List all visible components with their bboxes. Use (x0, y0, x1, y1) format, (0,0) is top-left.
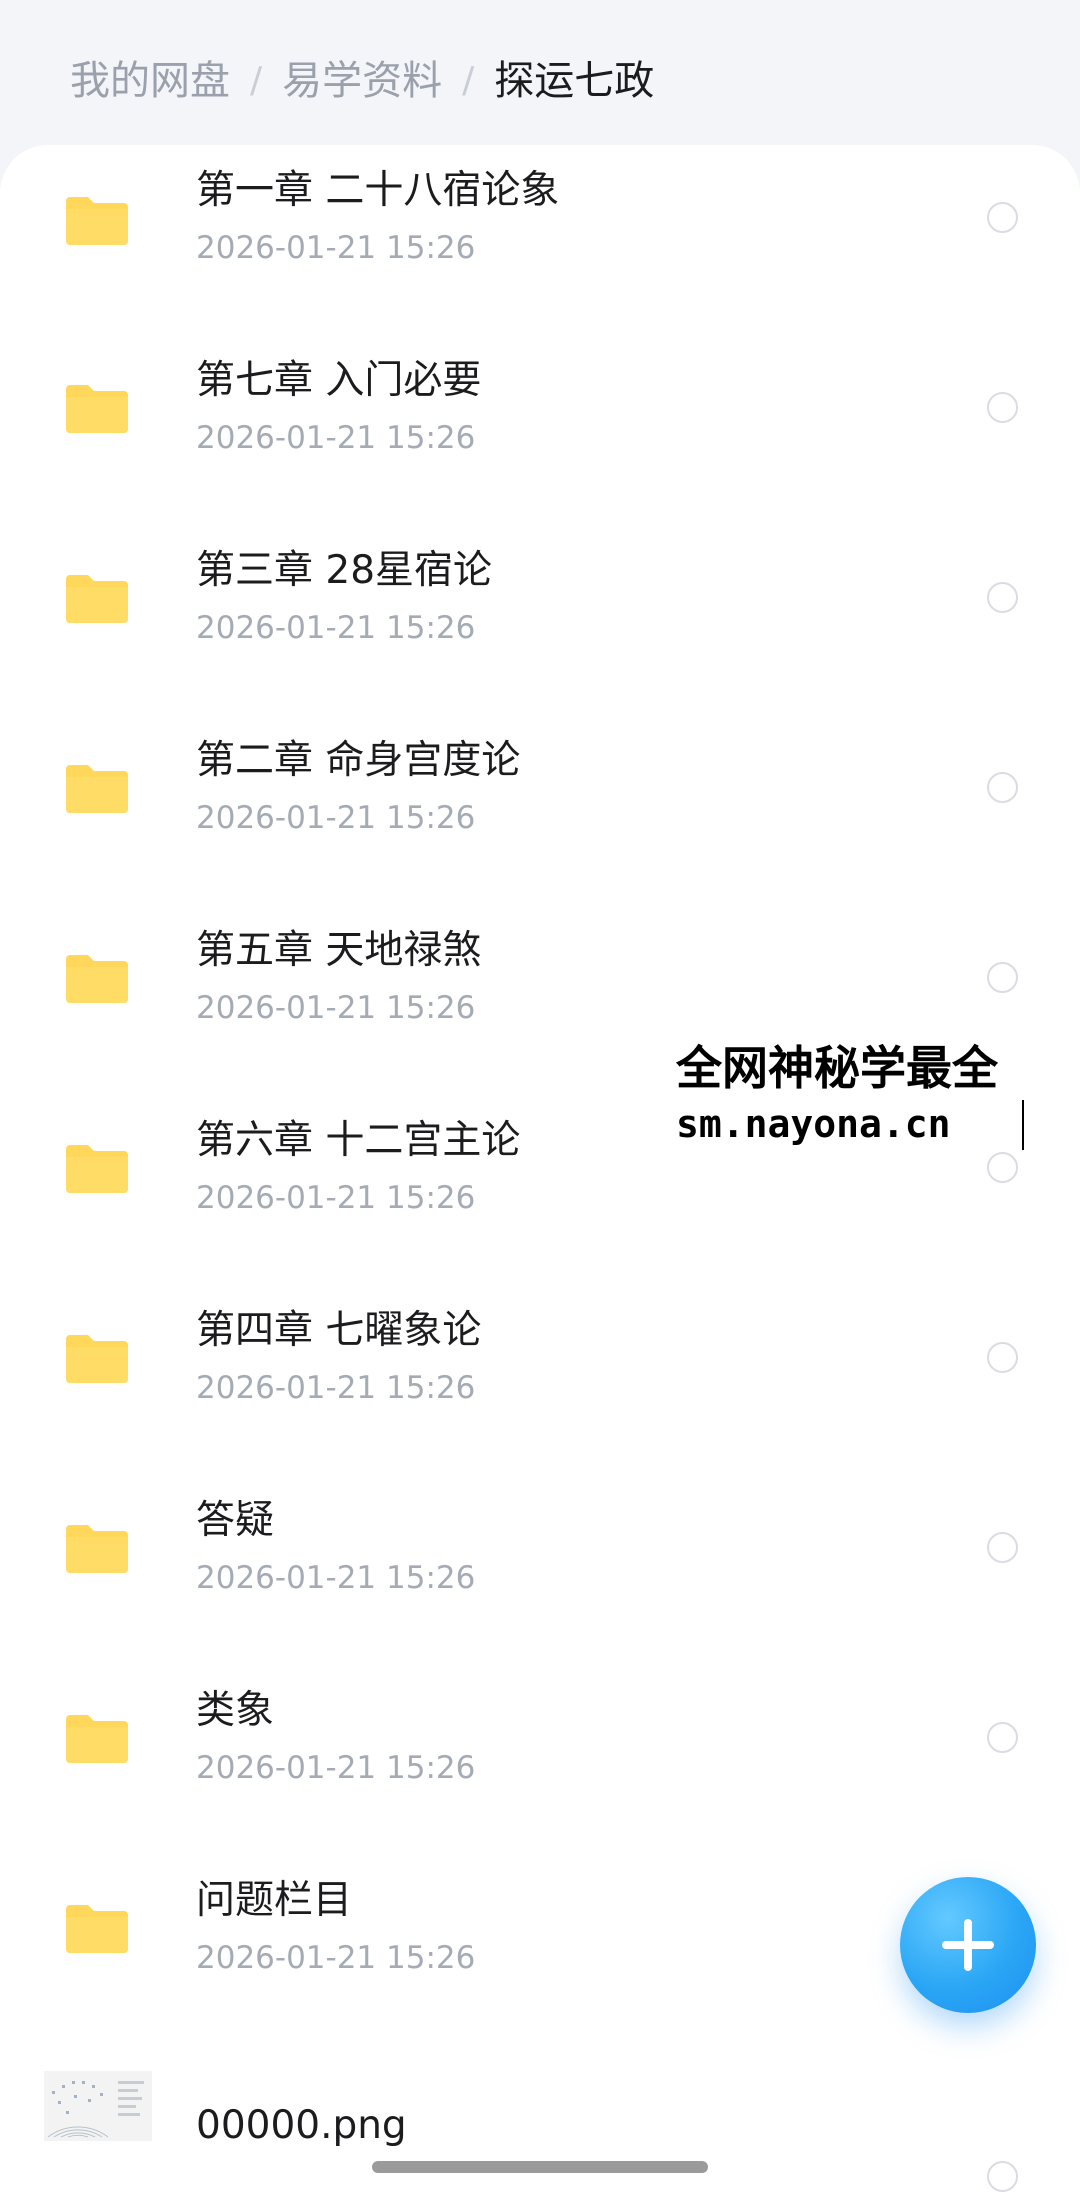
select-circle[interactable] (987, 202, 1018, 233)
watermark-url: sm.nayona.cn (676, 1102, 951, 1146)
folder-date: 2026-01-21 15:26 (196, 1180, 476, 1216)
select-circle[interactable] (987, 2161, 1018, 2192)
folder-name: 第六章 十二宫主论 (196, 1118, 521, 1163)
select-circle[interactable] (987, 582, 1018, 613)
file-name: 00000.png (196, 2103, 407, 2148)
folder-name: 第二章 命身宫度论 (196, 738, 521, 783)
list-item-folder[interactable]: 第七章 入门必要 2026-01-21 15:26 (0, 335, 1080, 525)
watermark: 全网神秘学最全 sm.nayona.cn (672, 1040, 1080, 1152)
folder-date: 2026-01-21 15:26 (196, 610, 476, 646)
watermark-title: 全网神秘学最全 (676, 1041, 998, 1095)
folder-icon (66, 1905, 128, 1953)
folder-icon (66, 765, 128, 813)
home-indicator[interactable] (372, 2161, 708, 2173)
folder-name: 答疑 (196, 1498, 275, 1543)
list-item-folder[interactable]: 第四章 七曜象论 2026-01-21 15:26 (0, 1285, 1080, 1475)
list-item-folder[interactable]: 第三章 28星宿论 2026-01-21 15:26 (0, 525, 1080, 715)
folder-date: 2026-01-21 15:26 (196, 1560, 476, 1596)
folder-icon (66, 197, 128, 245)
folder-name: 类象 (196, 1688, 275, 1733)
folder-name: 第五章 天地禄煞 (196, 928, 482, 973)
folder-date: 2026-01-21 15:26 (196, 990, 476, 1026)
folder-name: 第三章 28星宿论 (196, 548, 493, 593)
folder-icon (66, 955, 128, 1003)
folder-name: 第四章 七曜象论 (196, 1308, 482, 1353)
folder-date: 2026-01-21 15:26 (196, 1370, 476, 1406)
folder-date: 2026-01-21 15:26 (196, 1940, 476, 1976)
folder-date: 2026-01-21 15:26 (196, 230, 476, 266)
folder-date: 2026-01-21 15:26 (196, 420, 476, 456)
select-circle[interactable] (987, 772, 1018, 803)
list-item-folder[interactable]: 第一章 二十八宿论象 2026-01-21 15:26 (0, 145, 1080, 335)
plus-icon (942, 1919, 994, 1971)
folder-date: 2026-01-21 15:26 (196, 800, 476, 836)
folder-icon (66, 1525, 128, 1573)
folder-icon (66, 575, 128, 623)
list-item-folder[interactable]: 第二章 命身宫度论 2026-01-21 15:26 (0, 715, 1080, 905)
breadcrumb-my-drive[interactable]: 我的网盘 (70, 56, 230, 106)
list-item-folder[interactable]: 类象 2026-01-21 15:26 (0, 1665, 1080, 1855)
select-circle[interactable] (987, 1152, 1018, 1183)
folder-icon (66, 1335, 128, 1383)
select-circle[interactable] (987, 392, 1018, 423)
file-browser-screen: 我的网盘 / 易学资料 / 探运七政 第一章 二十八宿论象 2026-01-21 … (0, 0, 1080, 2202)
select-circle[interactable] (987, 962, 1018, 993)
list-item-file[interactable]: 00000.png (0, 2057, 1080, 2197)
list-item-folder[interactable]: 答疑 2026-01-21 15:26 (0, 1475, 1080, 1665)
breadcrumb-separator: / (462, 60, 475, 101)
select-circle[interactable] (987, 1722, 1018, 1753)
breadcrumb-yixue[interactable]: 易学资料 (282, 56, 442, 106)
select-circle[interactable] (987, 1532, 1018, 1563)
select-circle[interactable] (987, 1342, 1018, 1373)
file-list-card: 第一章 二十八宿论象 2026-01-21 15:26 第七章 入门必要 2026-0… (0, 145, 1080, 2202)
image-thumbnail (44, 2071, 152, 2141)
breadcrumb-current-folder: 探运七政 (494, 58, 655, 104)
add-button[interactable] (900, 1877, 1036, 2013)
folder-date: 2026-01-21 15:26 (196, 1750, 476, 1786)
header: 我的网盘 / 易学资料 / 探运七政 (0, 0, 1080, 150)
breadcrumb-separator: / (250, 60, 263, 101)
folder-icon (66, 1145, 128, 1193)
folder-name: 第七章 入门必要 (196, 358, 482, 403)
folder-name: 第一章 二十八宿论象 (196, 168, 560, 213)
text-caret (1022, 1100, 1024, 1150)
folder-icon (66, 1715, 128, 1763)
folder-icon (66, 385, 128, 433)
breadcrumb: 我的网盘 / 易学资料 / 探运七政 (70, 56, 654, 106)
folder-name: 问题栏目 (196, 1878, 353, 1923)
